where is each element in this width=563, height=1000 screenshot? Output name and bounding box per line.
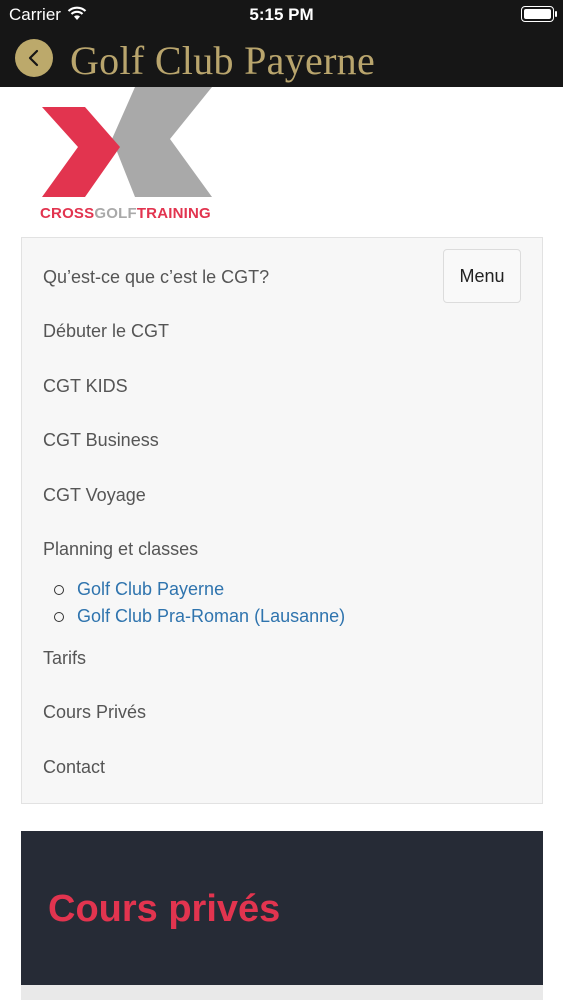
hero-banner: Cours privés <box>21 831 543 1000</box>
hero-divider <box>21 985 543 1000</box>
logo-text: CROSSGOLFTRAINING <box>40 205 211 222</box>
menu-item-debuter[interactable]: Débuter le CGT <box>43 321 169 342</box>
nav-menu: Menu Qu’est-ce que c’est le CGT? Débuter… <box>21 237 543 804</box>
status-time: 5:15 PM <box>249 5 314 24</box>
submenu-item-payerne[interactable]: Golf Club Payerne <box>77 579 224 600</box>
menu-item-cgt-voyage[interactable]: CGT Voyage <box>43 485 146 506</box>
back-button[interactable] <box>15 39 53 77</box>
menu-item-cours-prives[interactable]: Cours Privés <box>43 702 146 723</box>
navigation-bar: Golf Club Payerne <box>0 30 563 87</box>
chevron-left-icon <box>28 49 39 67</box>
battery-icon <box>521 6 557 22</box>
crossgolftraining-logo[interactable]: CROSSGOLFTRAINING <box>40 87 215 227</box>
bullet-icon <box>54 612 64 622</box>
menu-item-planning[interactable]: Planning et classes <box>43 539 198 560</box>
logo-mark-icon <box>42 87 212 197</box>
bullet-icon <box>54 585 64 595</box>
submenu-item-pra-roman[interactable]: Golf Club Pra-Roman (Lausanne) <box>77 606 345 627</box>
menu-item-contact[interactable]: Contact <box>43 757 105 778</box>
menu-item-cgt-intro[interactable]: Qu’est-ce que c’est le CGT? <box>43 267 269 288</box>
hero-title: Cours privés <box>48 888 281 930</box>
menu-item-tarifs[interactable]: Tarifs <box>43 648 86 669</box>
menu-item-cgt-kids[interactable]: CGT KIDS <box>43 376 128 397</box>
menu-item-cgt-business[interactable]: CGT Business <box>43 430 159 451</box>
menu-button[interactable]: Menu <box>443 249 521 303</box>
page-title: Golf Club Payerne <box>70 38 376 83</box>
status-bar: Carrier 5:15 PM <box>0 0 563 30</box>
